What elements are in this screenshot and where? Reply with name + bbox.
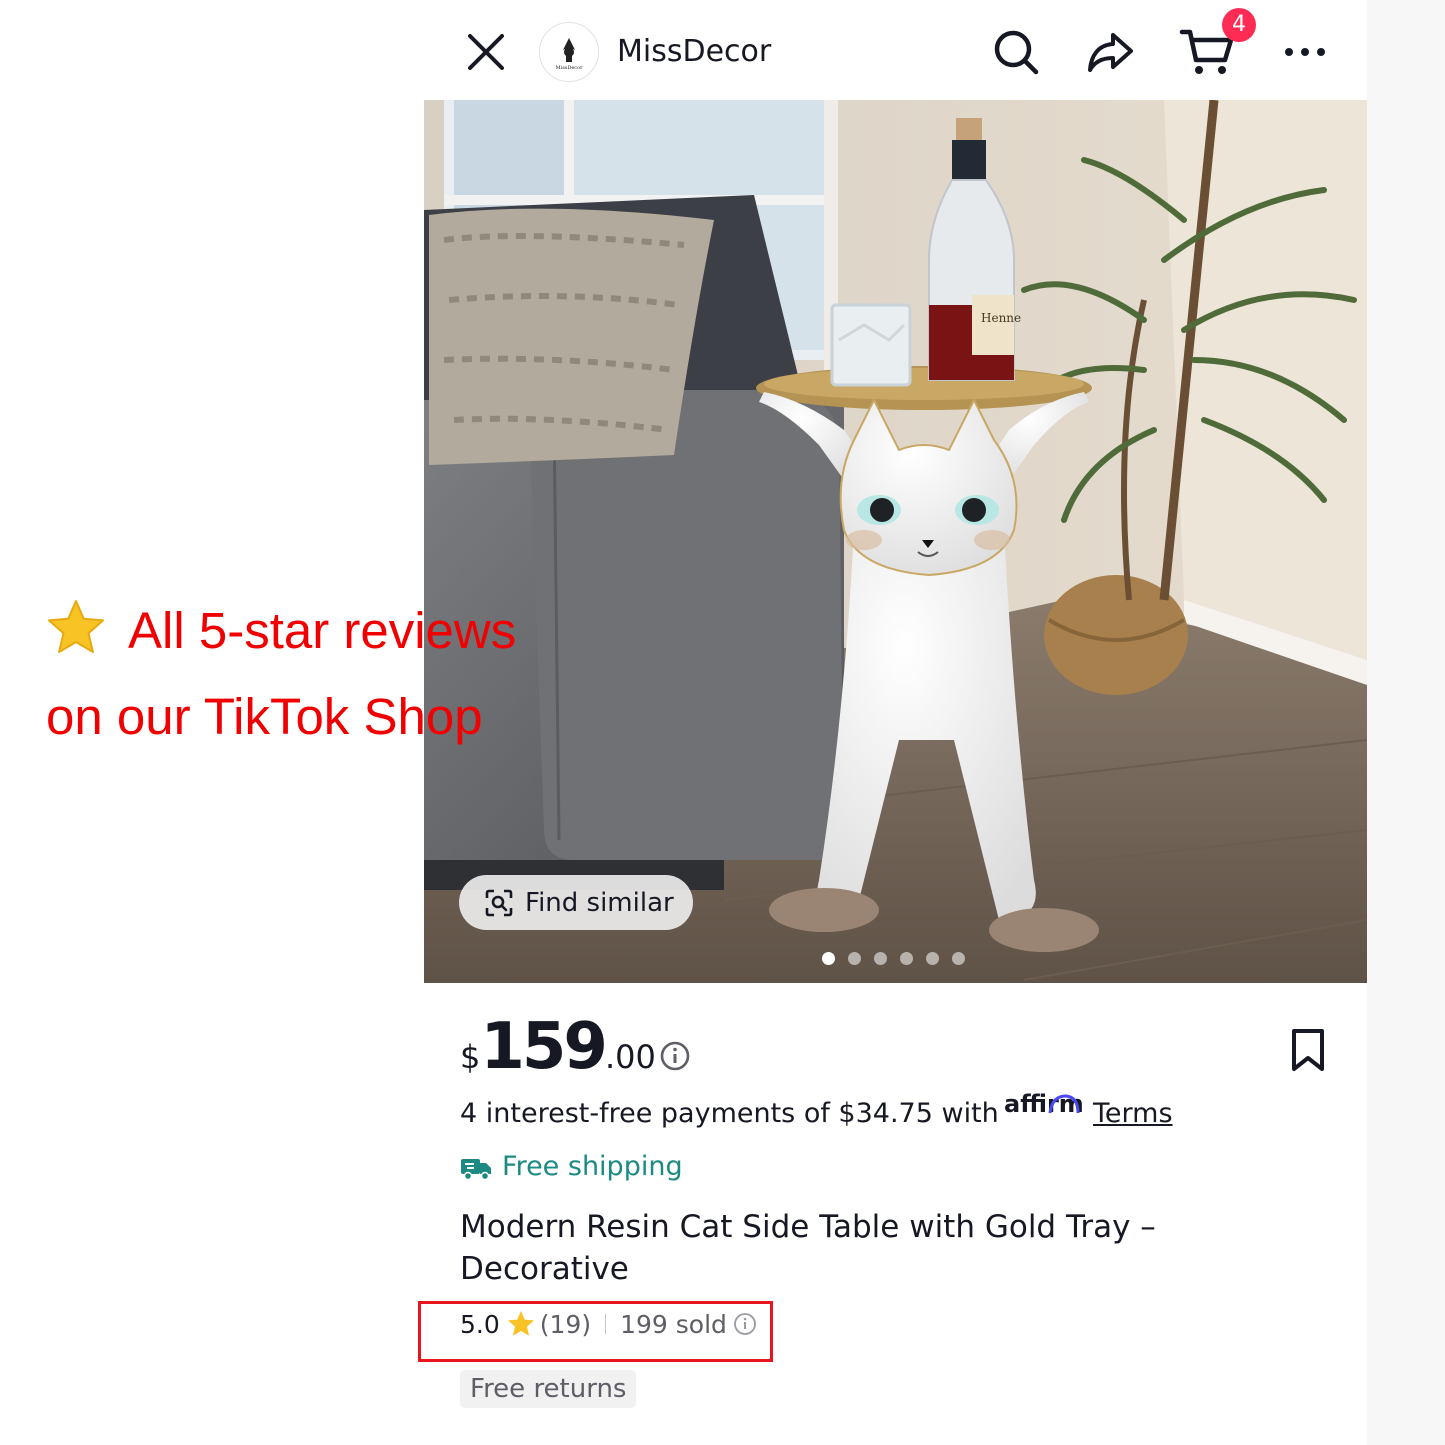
product-image-carousel[interactable]: Henne Find similar bbox=[424, 100, 1367, 983]
store-avatar[interactable]: MissDecor bbox=[539, 22, 599, 82]
annotation-line-1: All 5-star reviews bbox=[46, 588, 586, 674]
carousel-dot[interactable] bbox=[952, 952, 965, 965]
price-currency: $ bbox=[460, 1038, 481, 1076]
annotation-line-2: on our TikTok Shop bbox=[46, 688, 483, 745]
store-name[interactable]: MissDecor bbox=[617, 34, 771, 69]
more-icon[interactable] bbox=[1281, 26, 1329, 78]
free-shipping-label: Free shipping bbox=[502, 1151, 683, 1182]
annotation-line-1-text: All 5-star reviews bbox=[128, 602, 517, 659]
screenshot-canvas: MissDecor MissDecor 4 Henne Find similar… bbox=[0, 0, 1445, 1445]
bottle-label: Henne bbox=[981, 311, 1021, 325]
close-icon[interactable] bbox=[464, 30, 508, 74]
installment-text: 4 interest-free payments of $34.75 with bbox=[460, 1098, 999, 1129]
bookmark-icon[interactable] bbox=[1290, 1028, 1326, 1072]
affirm-arc-icon bbox=[1048, 1094, 1080, 1114]
product-title: Modern Resin Cat Side Table with Gold Tr… bbox=[460, 1209, 1156, 1287]
carousel-dot[interactable] bbox=[900, 952, 913, 965]
carousel-dot[interactable] bbox=[874, 952, 887, 965]
cart-count-badge: 4 bbox=[1222, 8, 1256, 42]
carousel-dot[interactable] bbox=[848, 952, 861, 965]
carousel-dot[interactable] bbox=[926, 952, 939, 965]
terms-link[interactable]: Terms bbox=[1093, 1098, 1173, 1129]
star-icon bbox=[48, 600, 104, 653]
carousel-dots bbox=[822, 952, 965, 965]
carousel-dot[interactable] bbox=[822, 952, 835, 965]
rating-highlight-box bbox=[418, 1301, 773, 1362]
info-icon[interactable] bbox=[659, 1040, 691, 1072]
background-strip bbox=[1367, 0, 1445, 1445]
share-icon[interactable] bbox=[1085, 26, 1137, 78]
find-similar-button[interactable]: Find similar bbox=[459, 875, 693, 930]
find-similar-label: Find similar bbox=[525, 888, 674, 918]
free-returns-badge: Free returns bbox=[460, 1370, 637, 1408]
price: $159.00 bbox=[460, 1010, 656, 1084]
search-icon[interactable] bbox=[990, 26, 1042, 78]
price-whole: 159 bbox=[480, 1010, 608, 1084]
truck-icon bbox=[461, 1159, 491, 1181]
product-photo: Henne bbox=[424, 100, 1367, 983]
scan-icon bbox=[485, 889, 513, 917]
store-logo-icon: MissDecor bbox=[555, 38, 583, 71]
top-bar: MissDecor MissDecor 4 bbox=[424, 0, 1367, 100]
promo-annotation: All 5-star reviews on our TikTok Shop bbox=[46, 588, 586, 760]
store-logo-text: MissDecor bbox=[555, 65, 583, 71]
price-cents: .00 bbox=[604, 1038, 656, 1076]
